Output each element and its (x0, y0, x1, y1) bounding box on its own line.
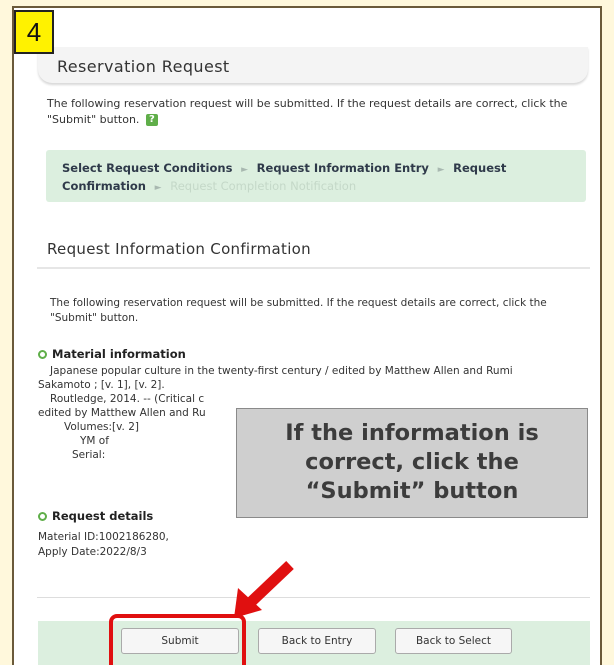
step-number-badge: 4 (14, 10, 54, 54)
material-info-heading-label: Material information (52, 347, 186, 361)
intro-text-label: The following reservation request will b… (47, 97, 568, 126)
material-publisher-line: Routledge, 2014. -- (Critical c (50, 393, 205, 405)
step-information-entry: Request Information Entry (256, 161, 429, 175)
circle-bullet-icon (38, 350, 47, 359)
bottom-divider (37, 597, 590, 598)
step-completion-notification: Request Completion Notification (170, 179, 357, 193)
callout-line: “Submit” button (305, 478, 519, 504)
step-select-conditions: Select Request Conditions (62, 161, 233, 175)
back-to-entry-button[interactable]: Back to Entry (258, 628, 376, 654)
back-to-select-button[interactable]: Back to Select (395, 628, 512, 654)
step-separator-icon: ► (241, 165, 249, 175)
request-details: Material ID:1002186280, Apply Date:2022/… (38, 530, 169, 560)
instruction-callout: If the information is correct, click the… (236, 408, 588, 518)
request-details-heading-label: Request details (52, 509, 154, 523)
callout-line: correct, click the (305, 449, 519, 475)
section-divider (37, 267, 590, 269)
step-separator-icon: ► (437, 165, 445, 175)
material-title-line: Japanese popular culture in the twenty-f… (50, 365, 513, 377)
confirm-intro-text: The following reservation request will b… (50, 297, 547, 324)
submit-highlight-frame (109, 614, 246, 665)
red-arrow-icon (234, 561, 294, 618)
step-separator-icon: ► (154, 183, 162, 193)
page-title: Reservation Request (57, 57, 230, 76)
callout-line: If the information is (285, 420, 539, 446)
progress-steps: Select Request Conditions ► Request Info… (46, 150, 586, 202)
request-details-heading: Request details (38, 509, 153, 523)
apply-date-line: Apply Date:2022/8/3 (38, 546, 147, 558)
intro-text: The following reservation request will b… (47, 96, 587, 128)
material-info-heading: Material information (38, 347, 186, 361)
help-icon[interactable]: ? (145, 114, 158, 126)
section-title: Request Information Confirmation (47, 240, 311, 258)
material-title-line: Sakamoto ; [v. 1], [v. 2]. (38, 379, 165, 391)
material-id-line: Material ID:1002186280, (38, 531, 169, 543)
circle-bullet-icon (38, 512, 47, 521)
